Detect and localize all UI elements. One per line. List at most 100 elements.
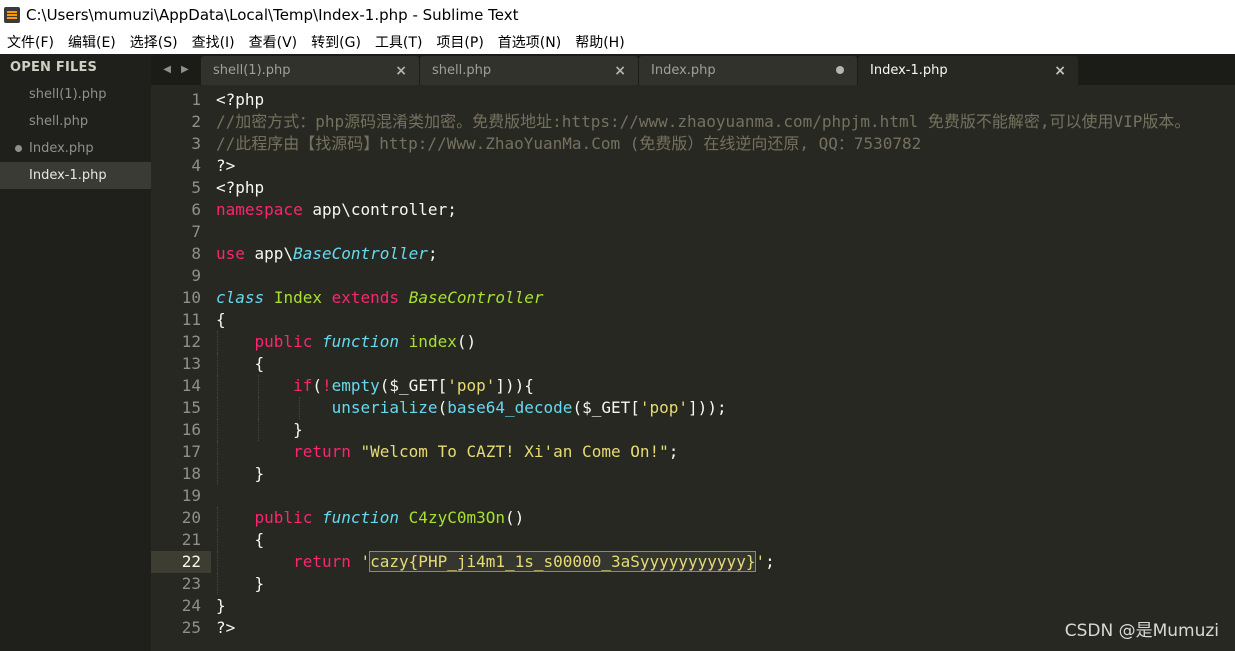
code-token: } (216, 420, 303, 439)
code-keyword: use (216, 244, 245, 263)
code-builtin: empty (331, 376, 380, 395)
sublime-text-icon (4, 6, 20, 23)
indent-guide (217, 441, 218, 463)
code-comment: //加密方式：php源码混淆类加密。免费版地址:https://www.zhao… (216, 112, 1191, 131)
code-line: use app\BaseController; (216, 243, 1235, 265)
tab-index-1[interactable]: Index-1.php × (858, 56, 1078, 85)
indent-guide (258, 419, 259, 441)
tab-label: shell.php (432, 63, 492, 78)
close-icon[interactable]: × (614, 63, 626, 79)
code-line: //加密方式：php源码混淆类加密。免费版地址:https://www.zhao… (216, 111, 1235, 133)
line-number: 4 (191, 156, 201, 175)
sidebar: OPEN FILES shell(1).php shell.php Index.… (0, 54, 151, 651)
tab-shell[interactable]: shell.php × (420, 56, 638, 85)
window-title: C:\Users\mumuzi\AppData\Local\Temp\Index… (26, 5, 519, 24)
code-storage: class (216, 288, 265, 307)
line-number: 25 (181, 618, 201, 637)
sidebar-file-index[interactable]: Index.php (0, 135, 151, 162)
code-line: } (216, 573, 1235, 595)
line-number: 9 (191, 266, 201, 285)
code-line: namespace app\controller; (216, 199, 1235, 221)
code-line: unserialize(base64_decode($_GET['pop']))… (216, 397, 1235, 419)
file-label: Index-1.php (29, 168, 107, 183)
line-number: 3 (191, 134, 201, 153)
code-token: { (216, 310, 226, 329)
tab-scroll-left-icon[interactable]: ◀ (163, 64, 171, 75)
code-keyword: namespace (216, 200, 303, 219)
code-token: ; (427, 244, 438, 263)
menu-goto[interactable]: 转到(G) (304, 29, 368, 54)
code-token: ($_GET[ (379, 376, 448, 395)
close-icon[interactable]: × (395, 63, 407, 79)
code-class-name: BaseController (293, 244, 428, 263)
code-token: ])){ (495, 376, 534, 395)
sidebar-file-shell-1[interactable]: shell(1).php (0, 81, 151, 108)
tab-scroll-right-icon[interactable]: ▶ (181, 64, 189, 75)
tab-shell-1[interactable]: shell(1).php × (201, 56, 419, 85)
code-token: } (216, 464, 265, 483)
line-number: 13 (181, 354, 201, 373)
code-line: { (216, 353, 1235, 375)
code-keyword: extends (331, 288, 400, 307)
code-token: } (216, 574, 265, 593)
line-number: 21 (181, 530, 201, 549)
indent-guide (217, 507, 218, 529)
code-keyword: public (254, 508, 313, 527)
indent-guide (217, 353, 218, 375)
close-icon[interactable]: × (1054, 63, 1066, 79)
code-string: ' (755, 552, 766, 571)
line-number: 24 (181, 596, 201, 615)
code-builtin: unserialize (331, 398, 438, 417)
code-line: { (216, 309, 1235, 331)
code-inherited-class: BaseController (408, 288, 544, 307)
code-operator: ! (321, 376, 332, 395)
unsaved-dot-icon[interactable] (836, 66, 844, 74)
code-token: ( (312, 376, 322, 395)
title-bar: C:\Users\mumuzi\AppData\Local\Temp\Index… (0, 0, 1235, 29)
code-token: ; (765, 552, 775, 571)
tab-label: Index-1.php (870, 63, 948, 78)
sidebar-file-index-1[interactable]: Index-1.php (0, 162, 151, 189)
tab-index[interactable]: Index.php (639, 56, 857, 85)
menu-preferences[interactable]: 首选项(N) (491, 29, 568, 54)
indent-guide (258, 375, 259, 397)
code-line: class Index extends BaseController (216, 287, 1235, 309)
code-area[interactable]: <?php //加密方式：php源码混淆类加密。免费版地址:https://ww… (216, 89, 1235, 639)
line-number: 19 (181, 486, 201, 505)
menu-help[interactable]: 帮助(H) (568, 29, 631, 54)
code-token: app\ (244, 244, 294, 263)
code-comment: //此程序由【找源码】http://Www.ZhaoYuanMa.Com (免费… (216, 134, 922, 153)
menu-file[interactable]: 文件(F) (0, 29, 61, 54)
menu-project[interactable]: 项目(P) (429, 29, 490, 54)
selected-flag-text[interactable]: cazy{PHP_ji4m1_1s_s00000_3aSyyyyyyyyyyy} (369, 551, 757, 572)
sidebar-file-shell[interactable]: shell.php (0, 108, 151, 135)
code-token: ])); (688, 398, 727, 417)
code-token: ($_GET[ (572, 398, 640, 417)
code-token: ( (437, 398, 448, 417)
menu-selection[interactable]: 选择(S) (123, 29, 185, 54)
menu-find[interactable]: 查找(I) (185, 29, 242, 54)
code-line: } (216, 463, 1235, 485)
tab-label: shell(1).php (213, 63, 291, 78)
indent-guide (299, 397, 300, 419)
menu-tools[interactable]: 工具(T) (368, 29, 429, 54)
code-token: } (216, 596, 226, 615)
code-line: return 'cazy{PHP_ji4m1_1s_s00000_3aSyyyy… (216, 551, 1235, 573)
code-editor[interactable]: 1 2 3 4 5 6 7 8 9 10 11 12 13 14 15 16 1… (151, 85, 1235, 651)
code-token: app\controller; (302, 200, 457, 219)
line-number: 20 (181, 508, 201, 527)
menu-view[interactable]: 查看(V) (242, 29, 305, 54)
file-label: Index.php (29, 141, 94, 156)
code-class-name: Index (273, 288, 322, 307)
code-line: ?> (216, 155, 1235, 177)
menu-edit[interactable]: 编辑(E) (61, 29, 123, 54)
file-label: shell.php (29, 114, 89, 129)
